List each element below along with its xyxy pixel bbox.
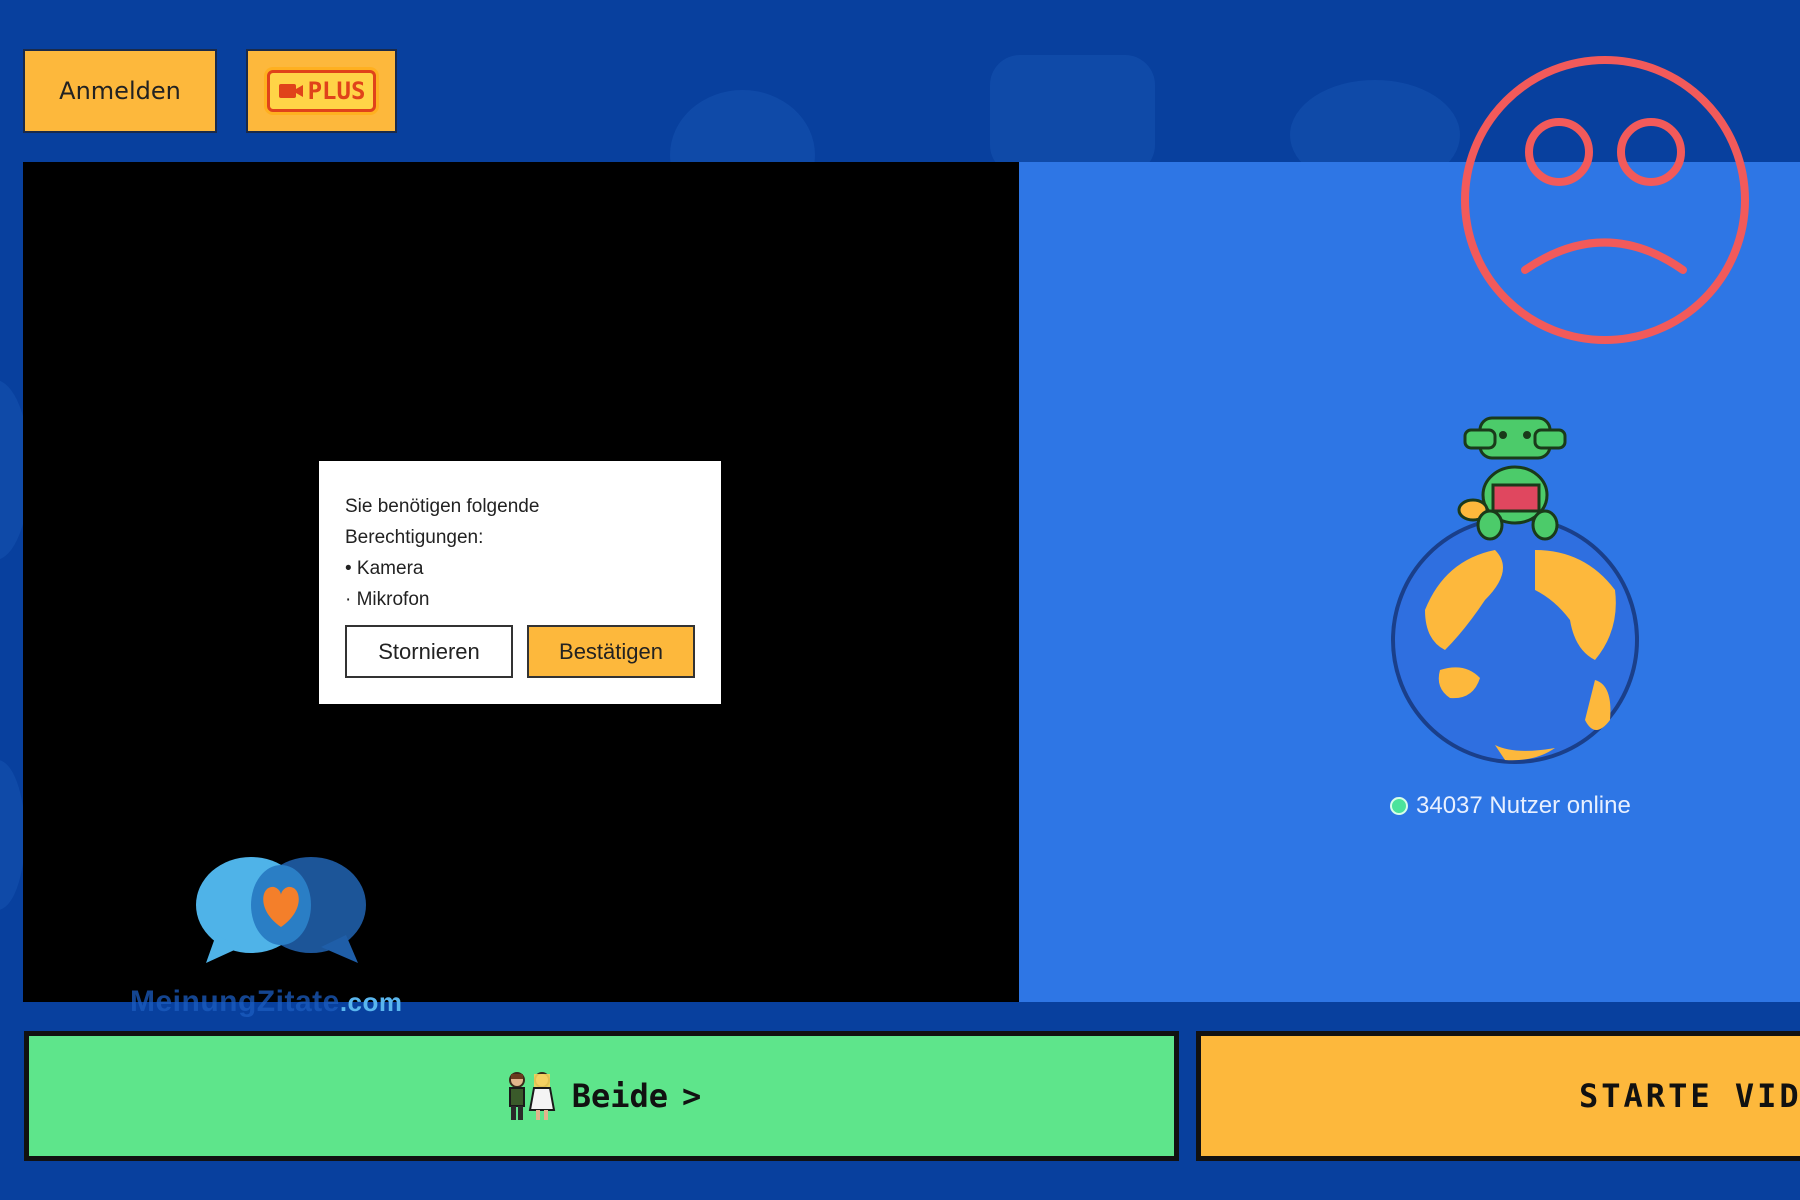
online-dot-icon	[1390, 797, 1408, 815]
start-video-label: STARTE VIDE	[1579, 1077, 1800, 1115]
plus-button[interactable]: PLUS	[246, 49, 397, 133]
login-button[interactable]: Anmelden	[23, 49, 217, 133]
watermark-logo: MeinungZitate.com	[130, 855, 440, 1025]
permission-camera: • Kamera	[345, 558, 424, 579]
dialog-message-line2: Berechtigungen:	[345, 527, 484, 548]
login-button-label: Anmelden	[59, 77, 181, 105]
chevron-right-icon: >	[682, 1077, 702, 1115]
cancel-button[interactable]: Stornieren	[345, 625, 513, 678]
watermark-domain: .com	[339, 987, 403, 1017]
couple-icon	[508, 1072, 555, 1120]
watermark-brand: MeinungZitate	[130, 985, 340, 1018]
start-video-button[interactable]: STARTE VIDE	[1196, 1031, 1800, 1161]
plus-camera-icon	[278, 84, 303, 98]
cancel-button-label: Stornieren	[378, 638, 480, 664]
watermark-text: MeinungZitate.com	[130, 985, 403, 1019]
confirm-button[interactable]: Bestätigen	[527, 625, 695, 678]
dialog-message-line1: Sie benötigen folgende	[345, 496, 540, 517]
sad-face-icon	[1461, 56, 1749, 344]
crocodile-globe-icon	[1385, 400, 1645, 770]
dialog-actions: Stornieren Bestätigen	[345, 625, 695, 678]
online-count-text: 34037 Nutzer online	[1416, 792, 1631, 819]
bg-sticker	[990, 55, 1155, 175]
permission-microphone: · Mikrofon	[345, 589, 430, 610]
plus-badge-label: PLUS	[307, 77, 366, 105]
bg-sticker	[0, 760, 25, 910]
permission-dialog: Sie benötigen folgende Berechtigungen: •…	[319, 461, 721, 704]
gender-filter-label: Beide	[571, 1077, 669, 1115]
online-count: 34037 Nutzer online	[1390, 792, 1631, 820]
gender-filter-button[interactable]: Beide >	[24, 1031, 1179, 1161]
chat-heart-logo-icon	[196, 857, 366, 963]
confirm-button-label: Bestätigen	[559, 638, 663, 664]
plus-badge: PLUS	[266, 70, 377, 112]
